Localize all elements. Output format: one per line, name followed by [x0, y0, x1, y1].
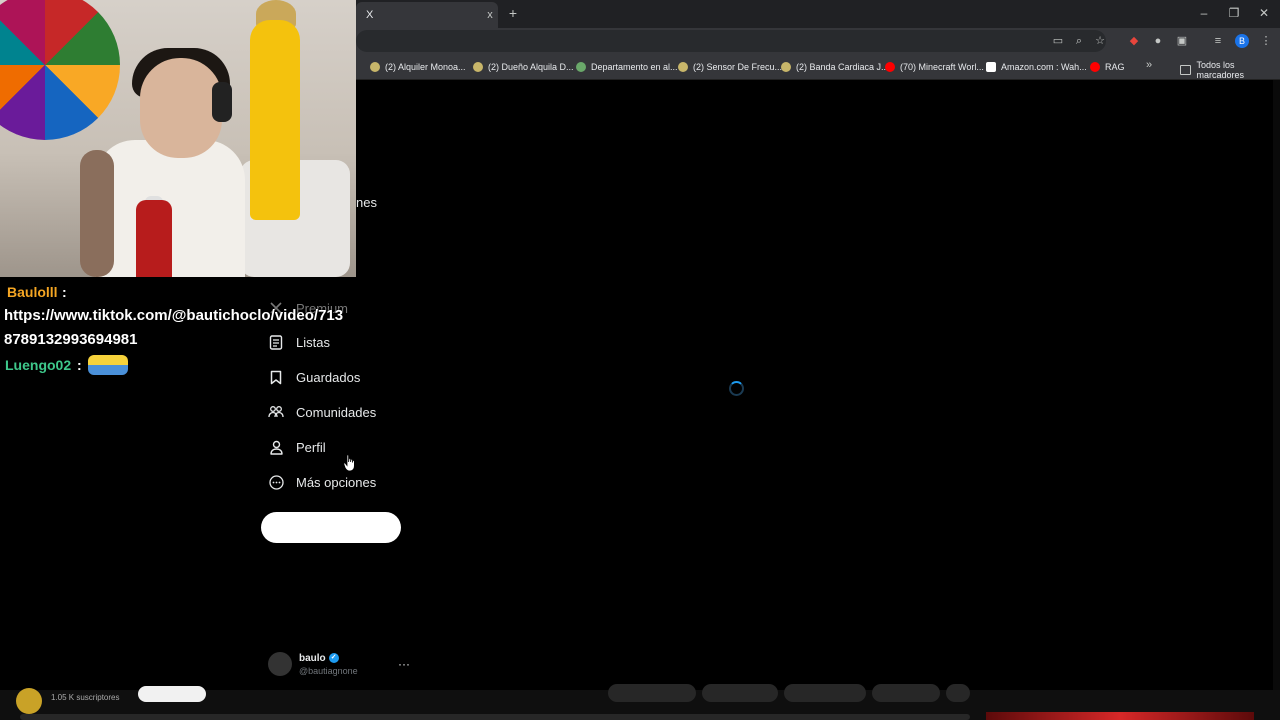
person-head [140, 58, 222, 158]
channel-avatar[interactable] [16, 688, 42, 714]
account-more-icon[interactable]: ··· [398, 657, 410, 671]
streamer-webcam [0, 0, 356, 277]
amazon-favicon-icon [986, 62, 996, 72]
bookmark-item[interactable]: RAG [1090, 60, 1125, 74]
youtube-favicon-icon [1090, 62, 1100, 72]
bookmarks-overflow-icon[interactable]: » [1146, 59, 1152, 71]
chat-separator: : [62, 284, 67, 300]
browser-tab[interactable]: X x [356, 2, 498, 28]
nav-item-guardados[interactable]: Guardados [268, 366, 360, 388]
extension-icon[interactable]: ◆ [1126, 33, 1142, 49]
bookmark-item[interactable]: Amazon.com : Wah... [986, 60, 1087, 74]
bookmark-item[interactable]: (2) Banda Cardiaca J... [781, 60, 889, 74]
verified-badge-icon: ✓ [328, 653, 339, 663]
bookmark-favicon-icon [781, 62, 791, 72]
address-bar[interactable] [356, 30, 1106, 52]
nav-item-partial-label[interactable]: nes [356, 195, 377, 210]
save-button[interactable] [872, 684, 940, 702]
post-button[interactable] [261, 512, 401, 543]
subscribe-button[interactable] [138, 686, 206, 702]
bookmark-favicon-icon [678, 62, 688, 72]
bookmark-favicon-icon [576, 62, 586, 72]
nav-item-perfil[interactable]: Perfil [268, 436, 326, 458]
folder-icon [1180, 65, 1192, 75]
nav-item-label: Perfil [296, 439, 326, 455]
tab-title: X [366, 9, 374, 21]
minimize-button[interactable]: – [1194, 4, 1214, 22]
bookmark-item[interactable]: (2) Dueño Alquila D... [473, 60, 574, 74]
kebab-menu-icon[interactable]: ⋮ [1258, 33, 1274, 49]
bookmark-favicon-icon [473, 62, 483, 72]
profile-icon [268, 439, 284, 455]
profile-avatar[interactable]: B [1235, 34, 1249, 48]
chat-message: https://www.tiktok.com/@bautichoclo/vide… [4, 307, 344, 348]
nav-item-comunidades[interactable]: Comunidades [268, 401, 376, 423]
reading-list-icon[interactable]: ≡ [1210, 33, 1226, 49]
nav-item-mas-opciones[interactable]: Más opciones [268, 471, 376, 493]
more-options-icon [268, 474, 284, 490]
bookmark-item[interactable]: (70) Minecraft Worl... [885, 60, 984, 74]
bookmark-favicon-icon [370, 62, 380, 72]
yellow-costume [250, 20, 300, 220]
recommended-video-thumbnail[interactable] [986, 712, 1254, 720]
all-bookmarks-button[interactable]: Todos los marcadores [1180, 60, 1280, 80]
nav-item-label: Guardados [296, 369, 361, 385]
chat-separator: : [77, 357, 82, 373]
install-app-icon[interactable]: ▭ [1050, 33, 1066, 49]
youtube-favicon-icon [885, 62, 895, 72]
prize-wheel [0, 0, 120, 140]
account-switcher[interactable]: baulo ✓ @bautiagnone [268, 652, 358, 676]
like-dislike-button[interactable] [608, 684, 696, 702]
nav-item-label: Comunidades [296, 404, 377, 420]
headset [212, 82, 232, 122]
bookmark-icon [268, 369, 284, 385]
extension-icon[interactable]: ● [1150, 33, 1166, 49]
avatar [268, 652, 292, 676]
share-button[interactable] [702, 684, 778, 702]
bookmark-item[interactable]: (2) Sensor De Frecu... [678, 60, 782, 74]
chat-username: Luengo02 [5, 357, 72, 373]
close-window-button[interactable]: ✕ [1254, 4, 1274, 22]
comment-box[interactable] [20, 714, 970, 720]
restore-button[interactable]: ❐ [1224, 4, 1244, 22]
download-button[interactable] [784, 684, 866, 702]
subscriber-count: 1.05 K suscriptores [51, 693, 120, 702]
more-actions-button[interactable] [946, 684, 970, 702]
new-tab-button[interactable]: + [504, 4, 522, 22]
chat-emote [88, 355, 128, 375]
zoom-icon[interactable]: ⌕ [1071, 33, 1087, 49]
star-bookmark-icon[interactable]: ☆ [1092, 33, 1108, 49]
bookmark-item[interactable]: Departamento en al... [576, 60, 678, 74]
nav-item-label: Más opciones [296, 474, 377, 490]
account-handle: @bautiagnone [299, 665, 358, 676]
person-arm [80, 150, 114, 277]
chat-username: Baulolll [7, 284, 58, 300]
tab-close-icon[interactable]: x [482, 9, 498, 21]
page-scrollbar[interactable] [1273, 80, 1280, 690]
loading-spinner-icon [729, 381, 744, 396]
communities-icon [268, 404, 284, 420]
hand-cursor-icon [343, 454, 357, 477]
account-name: baulo [299, 652, 326, 664]
bookmark-item[interactable]: (2) Alquiler Monoa... [370, 60, 466, 74]
extensions-puzzle-icon[interactable]: ▣ [1174, 33, 1190, 49]
soda-bottle [136, 200, 172, 277]
